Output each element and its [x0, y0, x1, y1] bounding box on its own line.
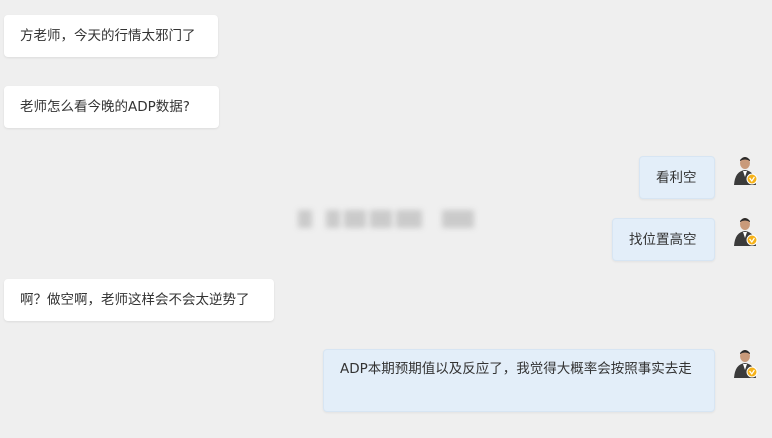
message-bubble-incoming: 老师怎么看今晚的ADP数据? — [4, 86, 219, 128]
blurred-watermark — [298, 206, 476, 232]
message-bubble-outgoing: 找位置高空 — [612, 218, 715, 261]
message-bubble-outgoing: ADP本期预期值以及反应了，我觉得大概率会按照事实去走 — [323, 349, 715, 412]
message-text: 看利空 — [656, 170, 697, 186]
message-bubble-outgoing: 看利空 — [639, 156, 715, 199]
message-bubble-incoming: 方老师，今天的行情太邪门了 — [4, 15, 218, 57]
sender-avatar[interactable] — [732, 348, 758, 378]
message-text: 方老师，今天的行情太邪门了 — [20, 28, 196, 44]
sender-avatar[interactable] — [732, 155, 758, 185]
message-text: 老师怎么看今晚的ADP数据? — [20, 99, 190, 115]
message-text: 找位置高空 — [629, 232, 697, 248]
message-text: ADP本期预期值以及反应了，我觉得大概率会按照事实去走 — [340, 361, 692, 377]
message-bubble-incoming: 啊？做空啊，老师这样会不会太逆势了 — [4, 279, 274, 321]
message-text: 啊？做空啊，老师这样会不会太逆势了 — [20, 292, 250, 308]
teacher-avatar-icon — [732, 155, 758, 185]
teacher-avatar-icon — [732, 216, 758, 246]
sender-avatar[interactable] — [732, 216, 758, 246]
teacher-avatar-icon — [732, 348, 758, 378]
